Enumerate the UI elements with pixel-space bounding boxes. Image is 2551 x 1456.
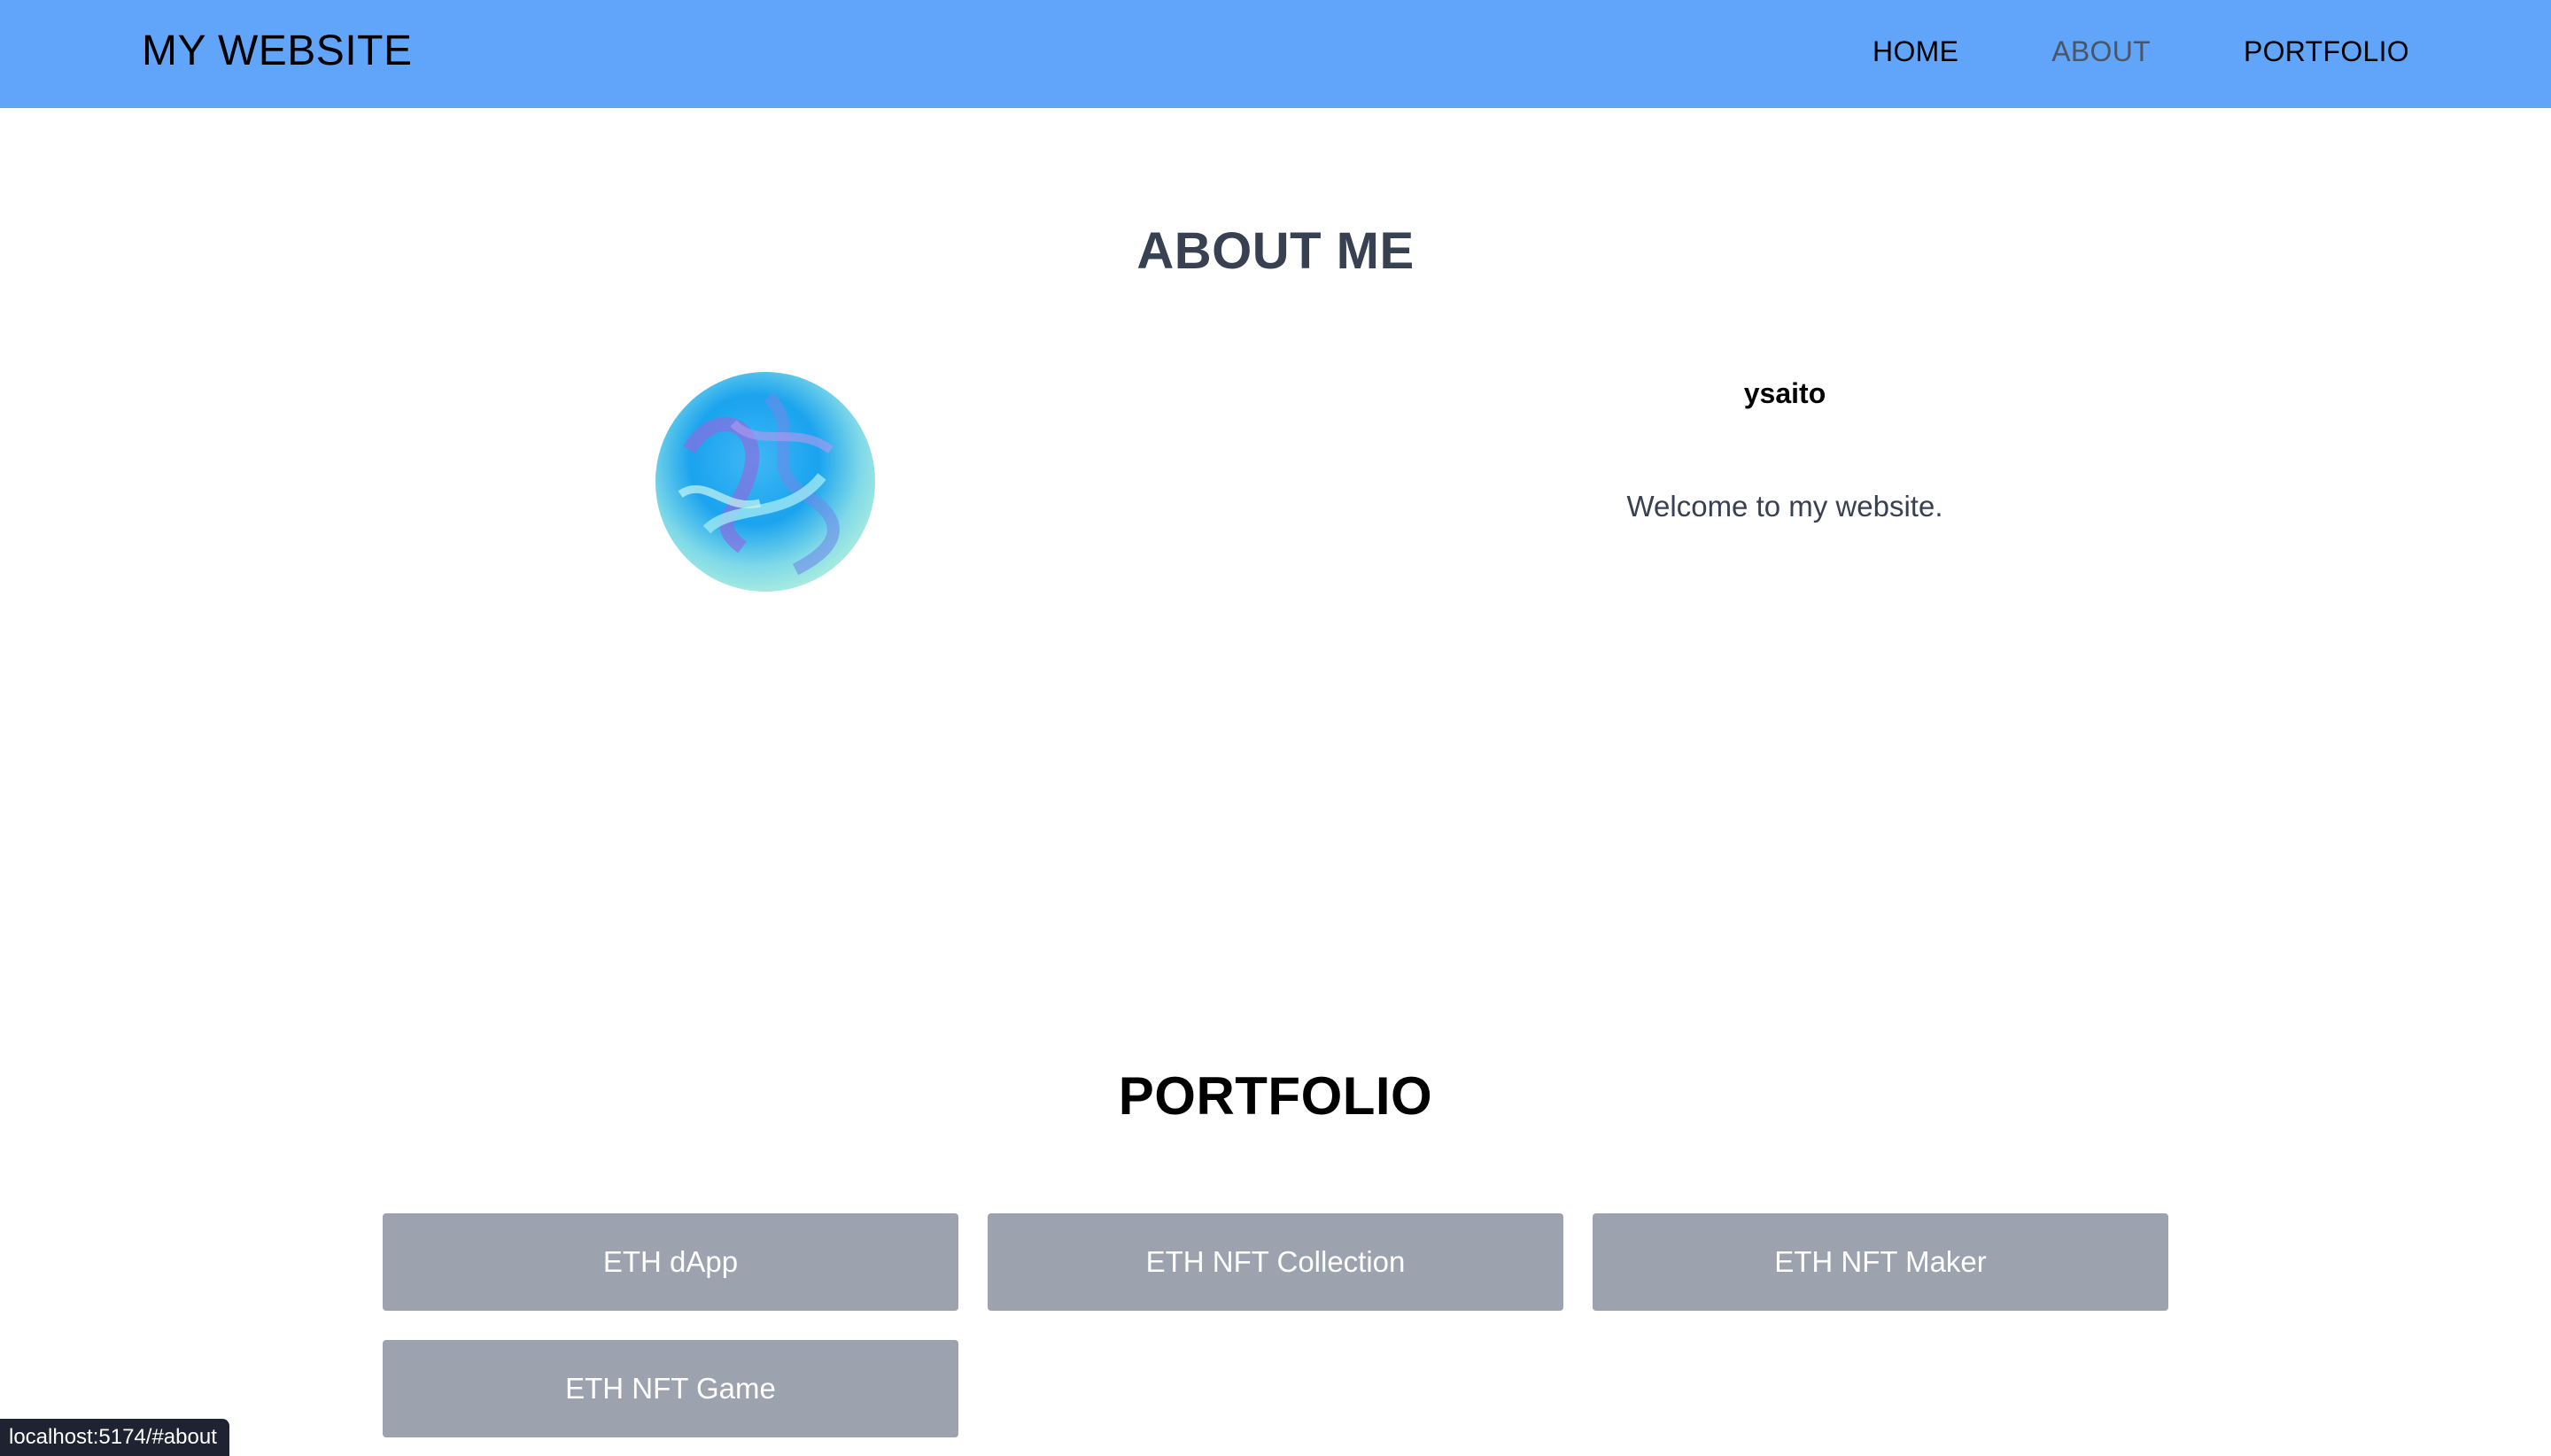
portfolio-item-eth-nft-collection[interactable]: ETH NFT Collection — [988, 1213, 1563, 1311]
profile-name: ysaito — [1743, 377, 1826, 409]
page: MY WEBSITE HOME ABOUT PORTFOLIO ABOUT ME — [0, 0, 2551, 1456]
nav-link-home[interactable]: HOME — [1873, 34, 1958, 69]
main-nav: HOME ABOUT PORTFOLIO — [1873, 34, 2409, 69]
portfolio-item-eth-nft-game[interactable]: ETH NFT Game — [383, 1340, 958, 1437]
avatar — [654, 370, 877, 593]
portfolio-item-eth-dapp[interactable]: ETH dApp — [383, 1213, 958, 1311]
portfolio-heading: PORTFOLIO — [1118, 1066, 1433, 1126]
about-heading: ABOUT ME — [1136, 222, 1415, 280]
site-header: MY WEBSITE HOME ABOUT PORTFOLIO — [0, 0, 2551, 108]
portfolio-grid: ETH dApp ETH NFT Collection ETH NFT Make… — [383, 1213, 2168, 1437]
profile-bio: Welcome to my website. — [1626, 490, 1943, 523]
site-title[interactable]: MY WEBSITE — [142, 25, 413, 78]
portfolio-item-eth-nft-maker[interactable]: ETH NFT Maker — [1593, 1213, 2168, 1311]
status-bar-url: localhost:5174/#about — [0, 1419, 229, 1456]
nav-link-about[interactable]: ABOUT — [2051, 34, 2151, 69]
nav-link-portfolio[interactable]: PORTFOLIO — [2244, 34, 2409, 69]
avatar-image — [655, 372, 875, 592]
